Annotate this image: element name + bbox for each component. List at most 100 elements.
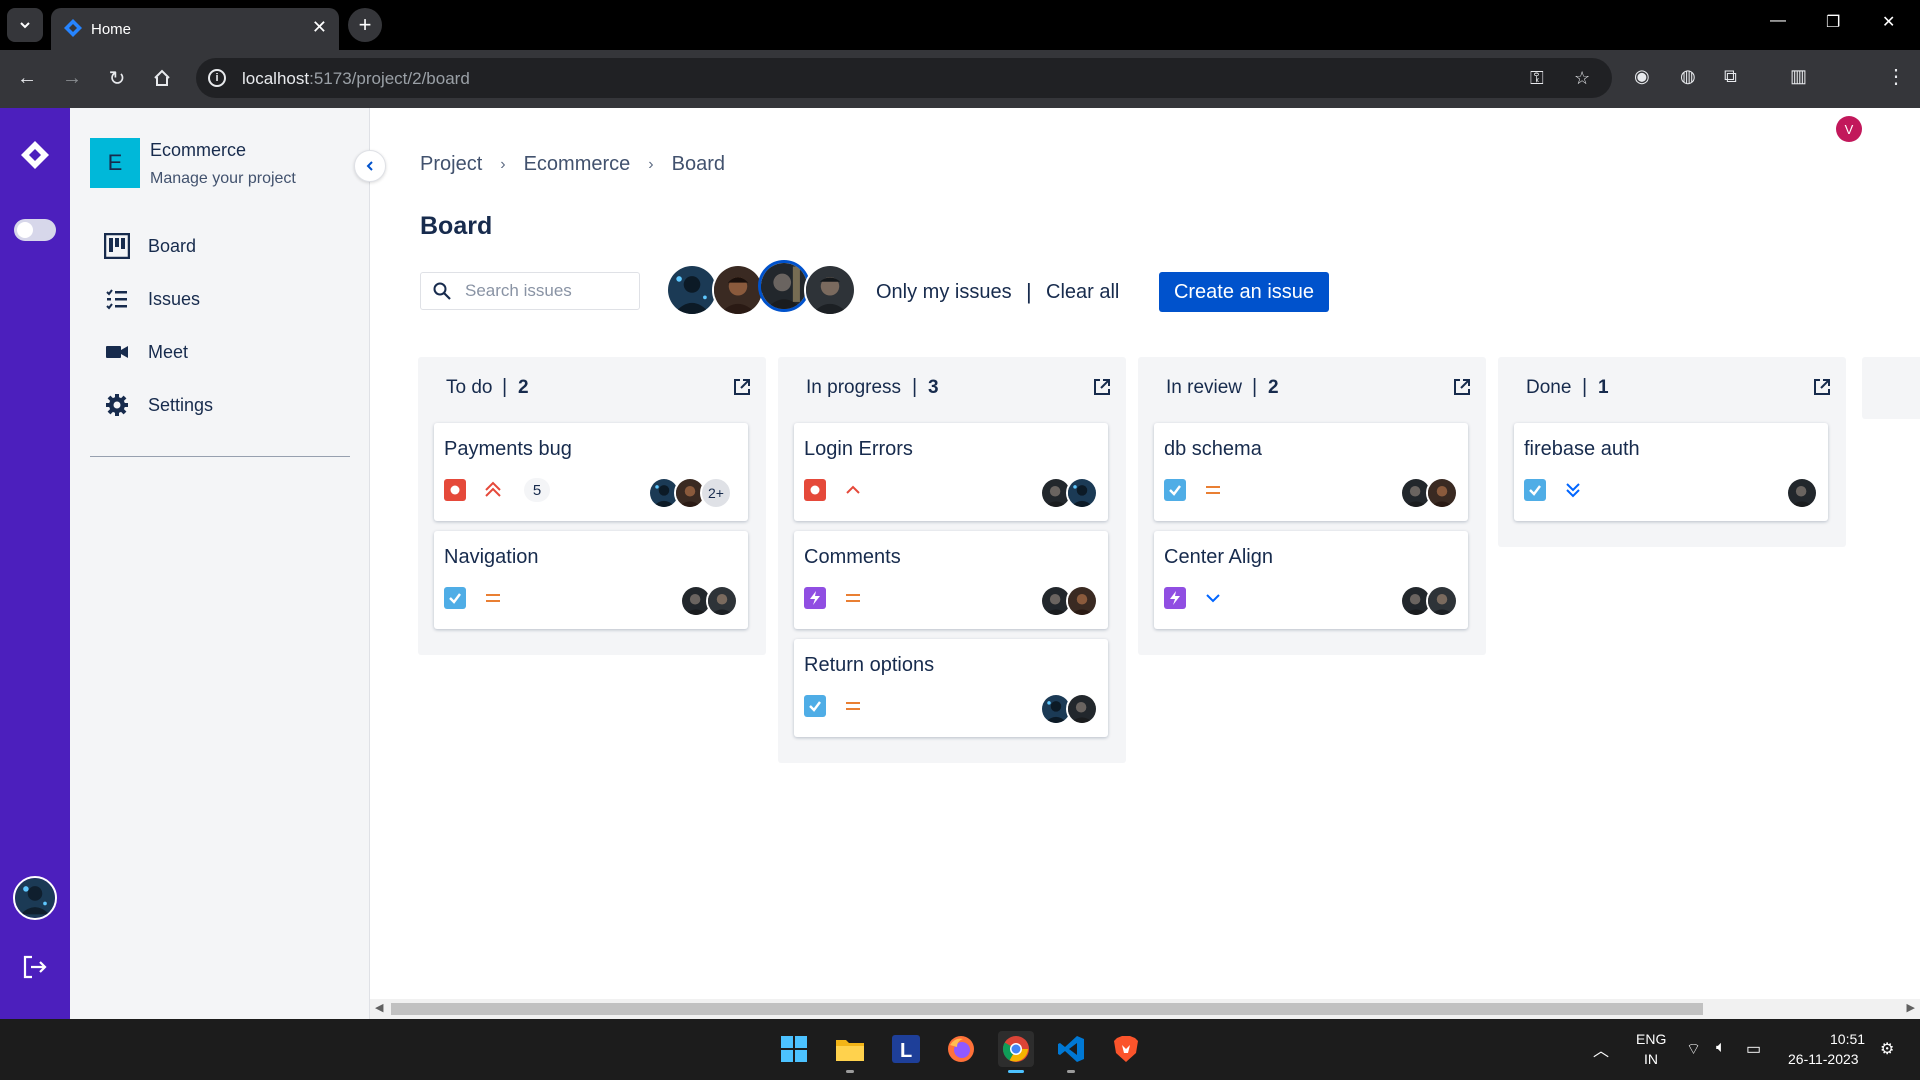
window-close-icon[interactable]: ✕ [1882, 12, 1895, 32]
open-external-icon[interactable] [1452, 377, 1472, 397]
restore-icon[interactable]: ❐ [1826, 12, 1840, 32]
breadcrumb-board[interactable]: Board [672, 153, 725, 177]
firefox-icon[interactable] [943, 1031, 979, 1067]
open-external-icon[interactable] [1812, 377, 1832, 397]
column-header: In progress | 3 [778, 357, 1126, 421]
clock-time[interactable]: 10:51 [1830, 1031, 1865, 1047]
show-hidden-icons-chevron-icon[interactable]: ︿ [1593, 1037, 1609, 1061]
side-panel-icon[interactable]: ▥ [1790, 66, 1807, 87]
column-count: 2 [1268, 377, 1279, 398]
password-key-icon[interactable]: ⚿ [1530, 68, 1544, 89]
card-assignees [680, 585, 738, 617]
sidebar-item-issues[interactable]: Issues [104, 284, 200, 314]
assignee-filter-avatar[interactable] [666, 264, 718, 316]
issue-card[interactable]: Payments bug 5 2+ [434, 423, 748, 521]
scroll-right-icon[interactable]: ▶ [1907, 1001, 1915, 1014]
column-count: 2 [518, 377, 529, 398]
forward-arrow-icon[interactable]: → [58, 64, 86, 92]
assignee-avatar [1426, 477, 1458, 509]
breadcrumb-ecommerce[interactable]: Ecommerce [524, 153, 631, 177]
extension-ghost-icon[interactable]: ◍ [1680, 66, 1696, 87]
file-explorer-icon[interactable] [832, 1031, 868, 1073]
issue-card[interactable]: Login Errors [794, 423, 1108, 521]
profile-avatar[interactable]: V [1836, 116, 1862, 142]
clock-date[interactable]: 26-11-2023 [1788, 1051, 1859, 1067]
search-issues-field[interactable] [420, 272, 640, 310]
theme-toggle[interactable] [14, 219, 56, 241]
scrollbar-thumb[interactable] [391, 1003, 1703, 1015]
open-external-icon[interactable] [732, 377, 752, 397]
breadcrumb-separator-icon: › [500, 156, 506, 173]
issue-card[interactable]: Navigation [434, 531, 748, 629]
user-avatar[interactable] [13, 876, 57, 920]
battery-icon[interactable]: ▭ [1746, 1039, 1761, 1059]
column-title-separator: | [912, 376, 918, 398]
logout-icon[interactable] [21, 953, 49, 981]
browser-menu-icon[interactable]: ⋮ [1886, 64, 1906, 89]
board-column-in-progress: In progress | 3 Login Errors Comments Re… [778, 357, 1126, 763]
language-bottom[interactable]: IN [1644, 1051, 1658, 1067]
active-indicator [1008, 1070, 1024, 1073]
issue-card[interactable]: Return options [794, 639, 1108, 737]
issue-title: Center Align [1164, 546, 1273, 568]
only-my-issues-button[interactable]: Only my issues [876, 281, 1012, 304]
chrome-icon[interactable] [998, 1031, 1034, 1073]
create-issue-button[interactable]: Create an issue [1159, 272, 1329, 312]
assignee-filter-avatar-selected[interactable] [758, 260, 810, 312]
column-header: To do | 2 [418, 357, 766, 421]
sidebar-item-label: Meet [148, 341, 189, 362]
app-logo-icon[interactable] [20, 140, 50, 170]
scroll-left-icon[interactable]: ◀ [375, 1001, 383, 1014]
vscode-icon[interactable] [1053, 1031, 1089, 1073]
home-icon[interactable] [148, 64, 176, 92]
notification-settings-icon[interactable]: ⚙ [1880, 1039, 1894, 1059]
sidebar-item-board[interactable]: Board [104, 231, 196, 261]
bookmark-star-icon[interactable]: ☆ [1574, 68, 1590, 89]
close-tab-icon[interactable]: ✕ [312, 17, 327, 38]
volume-icon[interactable]: 🔈︎ [1716, 1039, 1726, 1057]
windows-taskbar: L ︿ ENG IN ⌔ 🔈︎ ▭ 10:51 26-11-2023 ⚙ [0, 1019, 1920, 1080]
tab-search-button[interactable] [7, 8, 43, 42]
address-bar[interactable]: i localhost:5173/project/2/board ⚿ ☆ [196, 58, 1612, 98]
svg-text:L: L [900, 1040, 912, 1062]
sidebar-item-meet[interactable]: Meet [104, 337, 188, 367]
clear-all-button[interactable]: Clear all [1046, 281, 1119, 304]
back-arrow-icon[interactable]: ← [13, 64, 41, 92]
search-input[interactable] [465, 281, 630, 301]
open-external-icon[interactable] [1092, 377, 1112, 397]
wifi-icon[interactable]: ⌔ [1686, 1039, 1701, 1059]
reload-icon[interactable]: ↻ [103, 64, 131, 92]
new-tab-button[interactable]: + [348, 8, 382, 42]
language-top[interactable]: ENG [1636, 1031, 1666, 1047]
browser-tab-home[interactable]: Home ✕ [51, 8, 339, 50]
extension-glasses-icon[interactable]: ◉ [1634, 66, 1650, 87]
sidebar-item-settings[interactable]: Settings [104, 390, 213, 420]
issue-card[interactable]: Center Align [1154, 531, 1468, 629]
lens-app-icon[interactable]: L [888, 1031, 924, 1067]
issue-card[interactable]: firebase auth [1514, 423, 1828, 521]
task-checkbox-icon [1524, 479, 1546, 501]
brave-icon[interactable] [1108, 1031, 1144, 1067]
extensions-puzzle-icon[interactable]: ⧉ [1724, 66, 1737, 87]
minimize-icon[interactable]: — [1770, 12, 1786, 30]
windows-start-icon[interactable] [776, 1031, 812, 1067]
horizontal-scrollbar[interactable]: ◀ ▶ [370, 999, 1920, 1019]
story-lightning-icon [1164, 587, 1186, 609]
issue-card[interactable]: Comments [794, 531, 1108, 629]
assignee-avatar [1426, 585, 1458, 617]
bug-type-icon [804, 479, 826, 501]
project-sidebar: E Ecommerce Manage your project Board Is… [70, 108, 370, 1019]
collapse-sidebar-button[interactable] [354, 150, 386, 182]
search-icon [433, 282, 451, 300]
assignee-filter-avatar[interactable] [712, 264, 764, 316]
site-info-icon[interactable]: i [208, 69, 226, 87]
column-title-separator: | [1582, 376, 1588, 398]
breadcrumb-project[interactable]: Project [420, 153, 482, 177]
task-checkbox-icon [444, 587, 466, 609]
project-avatar: E [90, 138, 140, 188]
issue-card[interactable]: db schema [1154, 423, 1468, 521]
priority-medium-icon [1202, 479, 1224, 501]
issue-title: db schema [1164, 438, 1262, 460]
column-header: In review | 2 [1138, 357, 1486, 421]
assignee-filter-avatar[interactable] [804, 264, 856, 316]
